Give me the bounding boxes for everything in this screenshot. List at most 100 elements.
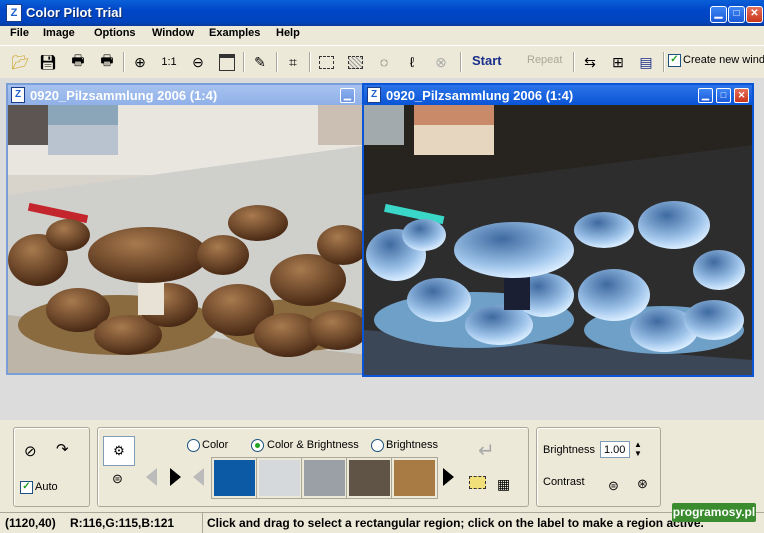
maximize-icon: □ bbox=[733, 8, 740, 19]
image-window-result[interactable]: Z 0920_Pilzsammlung 2006 (1:4) ▁ □ ✕ bbox=[362, 83, 754, 377]
color-wheel-icon: ⚙︎ bbox=[113, 443, 125, 458]
status-coords: (1120,40) bbox=[5, 516, 56, 530]
contrast-decrease-button[interactable]: ⊜ bbox=[608, 478, 619, 494]
menu-image[interactable]: Image bbox=[43, 27, 75, 39]
rotate-right-icon: ↷ bbox=[56, 441, 69, 458]
step-back-icon[interactable] bbox=[193, 468, 204, 486]
color-swatch[interactable] bbox=[256, 457, 303, 499]
minimize-button[interactable]: ▁ bbox=[710, 6, 727, 23]
toolbar-separator bbox=[243, 52, 245, 72]
start-button[interactable]: Start bbox=[472, 53, 502, 68]
window-close-button[interactable]: ✕ bbox=[734, 88, 749, 103]
zoom-in-button[interactable]: ⊕ bbox=[128, 50, 152, 74]
menu-help[interactable]: Help bbox=[276, 27, 300, 39]
color-swatch[interactable] bbox=[346, 457, 393, 499]
cascade-windows-button[interactable]: ▤ bbox=[634, 50, 658, 74]
menu-window[interactable]: Window bbox=[152, 27, 194, 39]
compare-button[interactable]: ⇆ bbox=[578, 50, 602, 74]
open-folder-icon: 📂︎ bbox=[11, 53, 29, 70]
mode-color-brightness-label: Color & Brightness bbox=[267, 439, 359, 451]
next-swatch-icon[interactable] bbox=[443, 468, 454, 486]
prev-swatch-icon[interactable] bbox=[146, 468, 157, 486]
mushroom-photo-inverted bbox=[364, 105, 752, 375]
secondary-tool-button[interactable]: ⊜ bbox=[112, 471, 123, 487]
clear-selection-button[interactable]: ⊗ bbox=[429, 50, 453, 74]
auto-group bbox=[13, 427, 90, 507]
play-forward-icon[interactable] bbox=[170, 468, 181, 486]
app-icon[interactable]: Z bbox=[6, 4, 22, 22]
barrel-sparkle-icon: ⊛ bbox=[637, 476, 648, 491]
open-button[interactable]: 📂︎ bbox=[8, 50, 32, 74]
mode-color-radio[interactable] bbox=[187, 439, 200, 452]
maximize-button[interactable]: □ bbox=[728, 6, 745, 23]
zoom-actual-button[interactable]: 1:1 bbox=[157, 50, 181, 74]
toolbar-separator bbox=[123, 52, 125, 72]
menu-bar: File Image Options Window Examples Help bbox=[0, 26, 764, 44]
compare-icon: ⇆ bbox=[584, 53, 596, 70]
mode-brightness-radio[interactable] bbox=[371, 439, 384, 452]
color-wheel-button[interactable]: ⚙︎ bbox=[103, 436, 135, 466]
brightness-input[interactable]: 1.00 bbox=[600, 441, 630, 458]
minimize-icon: ▁ bbox=[702, 90, 709, 100]
rect-select-icon bbox=[318, 55, 334, 69]
auto-checkbox[interactable]: ✓ bbox=[20, 481, 33, 494]
grid-icon: ▦ bbox=[497, 476, 511, 492]
apply-button[interactable]: ↵ bbox=[478, 438, 495, 463]
zoom-in-icon: ⊕ bbox=[134, 53, 146, 70]
toolbar-separator bbox=[573, 52, 575, 72]
window-title: 0920_Pilzsammlung 2006 (1:4) bbox=[30, 88, 218, 103]
fit-window-button[interactable] bbox=[215, 50, 239, 74]
spin-up-icon: ▲ bbox=[634, 440, 642, 449]
crop-icon: ⌗ bbox=[289, 53, 297, 70]
rotate-right-button[interactable]: ↷ bbox=[56, 440, 69, 458]
toolbar-separator bbox=[460, 52, 462, 72]
lasso-select-button[interactable]: ◌ bbox=[372, 50, 396, 74]
window-maximize-button[interactable]: □ bbox=[716, 88, 731, 103]
spin-down-icon: ▼ bbox=[634, 449, 642, 458]
toolbar-separator bbox=[663, 52, 665, 72]
document-icon: Z bbox=[11, 87, 25, 103]
window-minimize-button[interactable]: ▁ bbox=[698, 88, 713, 103]
window-titlebar[interactable]: Z 0920_Pilzsammlung 2006 (1:4) ▁ bbox=[8, 85, 368, 105]
print-icon: 🖶 bbox=[71, 52, 85, 68]
eyedropper-button[interactable]: ✎ bbox=[248, 50, 272, 74]
clear-selection-icon: ⊗ bbox=[435, 53, 447, 70]
barrel-icon: ⊜ bbox=[112, 471, 123, 486]
title-bar: Z Color Pilot Trial ▁ □ ✕ bbox=[0, 0, 764, 26]
save-button[interactable]: 💾︎ bbox=[36, 50, 60, 74]
mode-brightness-label: Brightness bbox=[386, 439, 438, 451]
menu-examples[interactable]: Examples bbox=[209, 27, 260, 39]
menu-options[interactable]: Options bbox=[94, 27, 136, 39]
create-new-window-checkbox[interactable]: ✓ bbox=[668, 54, 681, 67]
status-divider bbox=[202, 513, 203, 533]
crop-button[interactable]: ⌗ bbox=[281, 50, 305, 74]
fit-window-icon bbox=[219, 53, 235, 71]
rect-select-button[interactable] bbox=[314, 50, 338, 74]
freehand-select-button[interactable]: ℓ bbox=[400, 50, 424, 74]
minimize-icon: ▁ bbox=[344, 90, 351, 100]
color-swatch[interactable] bbox=[211, 457, 258, 499]
rect-select-hatched-button[interactable] bbox=[343, 50, 367, 74]
brightness-spinner[interactable]: ▲ ▼ bbox=[634, 440, 642, 458]
brightness-contrast-group bbox=[536, 427, 661, 507]
contrast-increase-button[interactable]: ⊛ bbox=[637, 476, 648, 492]
image-window-original[interactable]: Z 0920_Pilzsammlung 2006 (1:4) ▁ bbox=[6, 83, 370, 375]
print-button[interactable]: 🖶 bbox=[66, 50, 90, 74]
app-title: Color Pilot Trial bbox=[26, 5, 123, 20]
toolbar-separator bbox=[276, 52, 278, 72]
zoom-out-button[interactable]: ⊖ bbox=[186, 50, 210, 74]
color-swatch[interactable] bbox=[391, 457, 438, 499]
rotate-left-button[interactable]: ⊘ bbox=[24, 442, 37, 460]
repeat-button[interactable]: Repeat bbox=[527, 54, 562, 66]
tile-windows-button[interactable]: ⊞ bbox=[606, 50, 630, 74]
maximize-icon: □ bbox=[720, 90, 727, 100]
color-swatch[interactable] bbox=[301, 457, 348, 499]
print-preview-button[interactable]: 🖶 bbox=[95, 50, 119, 74]
window-titlebar[interactable]: Z 0920_Pilzsammlung 2006 (1:4) ▁ □ ✕ bbox=[364, 85, 752, 105]
menu-file[interactable]: File bbox=[10, 27, 29, 39]
palette-grid-button[interactable]: ▦ bbox=[497, 476, 510, 493]
region-select-button[interactable] bbox=[469, 476, 486, 489]
window-minimize-button[interactable]: ▁ bbox=[340, 88, 355, 103]
close-button[interactable]: ✕ bbox=[746, 6, 763, 23]
mode-color-brightness-radio[interactable] bbox=[251, 439, 264, 452]
